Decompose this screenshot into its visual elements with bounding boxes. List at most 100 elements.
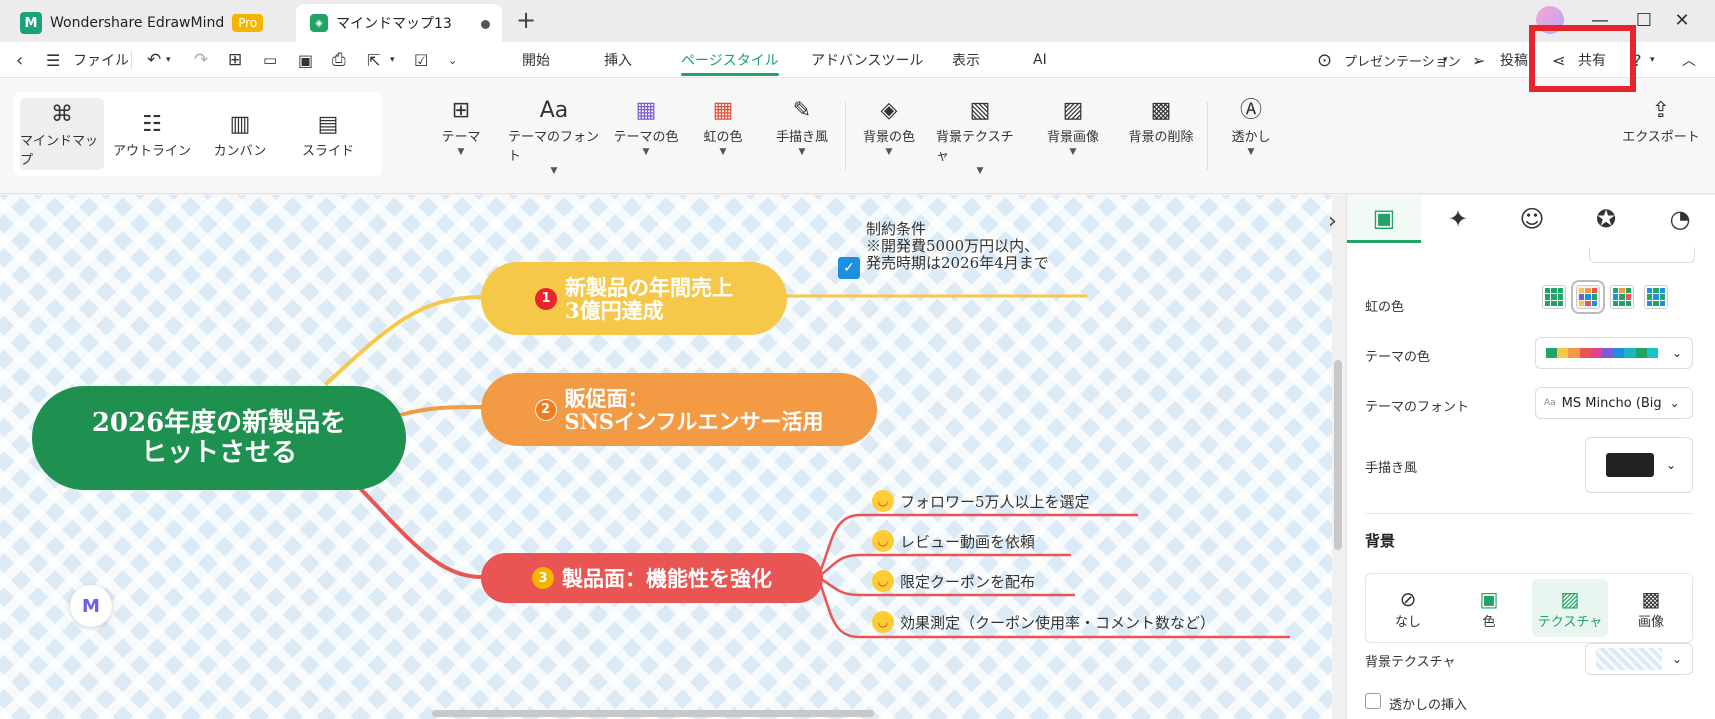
panel-tab-style[interactable]: ▣ bbox=[1347, 195, 1421, 243]
remove-background-button[interactable]: ▩ 背景の削除 bbox=[1120, 96, 1202, 176]
subtopic-item[interactable]: ◡ 限定クーポンを配布 bbox=[872, 570, 1035, 592]
rainbow-color-label: 虹の色 bbox=[1365, 300, 1405, 315]
handdrawn-button[interactable]: ✎ 手描き風 ▼ bbox=[768, 96, 836, 176]
checkbox-edit-icon[interactable]: ☑ bbox=[414, 42, 428, 78]
unsaved-dot-icon bbox=[481, 20, 490, 29]
view-slide-button[interactable]: ▤ スライド bbox=[286, 98, 370, 170]
save-icon[interactable]: ▣ bbox=[298, 42, 313, 78]
export-file-icon[interactable]: ⇱ bbox=[367, 42, 380, 78]
new-tab-button[interactable]: + bbox=[516, 6, 536, 34]
priority-1-icon: 1 bbox=[535, 287, 557, 310]
bg-option-none[interactable]: ⊘ なし bbox=[1370, 579, 1446, 637]
collapse-ribbon-icon[interactable]: ︿ bbox=[1682, 42, 1696, 78]
view-kanban-button[interactable]: ▥ カンバン bbox=[198, 98, 282, 170]
rainbow-swatch[interactable] bbox=[1571, 280, 1605, 314]
remove-image-icon: ▩ bbox=[1150, 98, 1172, 123]
bg-option-texture[interactable]: ▨ テクスチャ bbox=[1532, 579, 1608, 637]
more-icon[interactable]: ⌄ bbox=[448, 42, 457, 78]
view-mindmap-button[interactable]: ⌘ マインドマップ bbox=[20, 98, 104, 170]
back-icon[interactable]: ‹ bbox=[16, 42, 23, 78]
texture-preview bbox=[1596, 648, 1662, 670]
background-texture-label: 背景テクスチャ bbox=[936, 130, 1014, 164]
subtopic-label: フォロワー5万人以上を選定 bbox=[900, 492, 1090, 511]
tab-advanced-tools[interactable]: アドバンスツール bbox=[811, 42, 923, 78]
handdrawn-label: 手描き風 bbox=[1365, 461, 1418, 476]
handdrawn-style-preview bbox=[1606, 453, 1654, 477]
tab-start[interactable]: 開始 bbox=[522, 42, 550, 78]
subtopic-item[interactable]: ◡ 効果測定（クーポン使用率・コメント数など） bbox=[872, 611, 1215, 633]
note-callout[interactable]: 制約条件 ※開発費5000万円以内、 発売時期は2026年4月まで bbox=[866, 221, 1049, 272]
bg-option-image[interactable]: ▩ 画像 bbox=[1613, 579, 1689, 637]
theme-color-select[interactable]: ⌄ bbox=[1535, 337, 1693, 369]
chevron-down-icon: ▼ bbox=[976, 166, 984, 176]
panel-tab-emoji[interactable]: ☺ bbox=[1495, 195, 1569, 243]
background-image-button[interactable]: ▨ 背景画像 ▼ bbox=[1034, 96, 1112, 176]
undo-icon[interactable]: ↶ bbox=[147, 42, 161, 78]
vertical-scroll-thumb[interactable] bbox=[1334, 360, 1342, 550]
theme-font-button[interactable]: Aa テーマのフォント ▼ bbox=[508, 96, 600, 176]
rainbow-color-button[interactable]: ▦ 虹の色 ▼ bbox=[692, 96, 754, 176]
view-outline-button[interactable]: ☷ アウトライン bbox=[110, 98, 194, 170]
sparkle-icon: ✦ bbox=[1447, 205, 1469, 233]
background-color-label: 背景の色 bbox=[862, 130, 915, 145]
rainbow-swatch[interactable] bbox=[1610, 285, 1634, 309]
smiley-icon: ◡ bbox=[872, 570, 894, 592]
bg-texture-select[interactable]: ⌄ bbox=[1585, 643, 1693, 675]
mindmap-icon: ⌘ bbox=[51, 102, 73, 127]
document-tab[interactable]: ◈ マインドマップ13 bbox=[296, 4, 502, 42]
watermark-button[interactable]: Ⓐ 透かし ▼ bbox=[1220, 96, 1282, 176]
undo-dropdown-icon[interactable]: ▾ bbox=[166, 42, 171, 78]
root-topic[interactable]: 2026年度の新製品を ヒットさせる bbox=[32, 386, 406, 490]
rainbow-icon: ▦ bbox=[712, 98, 734, 123]
background-section-title: 背景 bbox=[1365, 532, 1396, 550]
callout-icon: ✓ bbox=[838, 257, 860, 279]
export-dropdown-icon[interactable]: ▾ bbox=[390, 42, 395, 78]
background-texture-button[interactable]: ▧ 背景テクスチャ ▼ bbox=[936, 96, 1024, 176]
print-icon[interactable]: ⎙ bbox=[332, 42, 346, 78]
tab-page-style[interactable]: ページスタイル bbox=[681, 42, 779, 78]
branch-topic-2[interactable]: 2 販促面： SNSインフルエンサー活用 bbox=[481, 373, 877, 446]
subtopic-item[interactable]: ◡ フォロワー5万人以上を選定 bbox=[872, 490, 1090, 512]
theme-font-label: テーマのフォント bbox=[1365, 400, 1470, 415]
chevron-right-icon[interactable]: › bbox=[1328, 209, 1337, 234]
bg-option-label: テクスチャ bbox=[1537, 614, 1603, 630]
subtopic-item[interactable]: ◡ レビュー動画を依頼 bbox=[872, 530, 1035, 552]
panel-tab-ai[interactable]: ✦ bbox=[1421, 195, 1495, 243]
open-folder-icon[interactable]: ▭ bbox=[263, 42, 277, 78]
help-dropdown-icon[interactable]: ▾ bbox=[1650, 42, 1655, 78]
redo-icon[interactable]: ↷ bbox=[194, 42, 208, 78]
app-tab[interactable]: M Wondershare EdrawMind Pro bbox=[6, 4, 286, 42]
presentation-dropdown-icon[interactable]: ▾ bbox=[1443, 42, 1448, 78]
theme-color-button[interactable]: ▦ テーマの色 ▼ bbox=[610, 96, 682, 176]
bg-option-color[interactable]: ▣ 色 bbox=[1451, 579, 1527, 637]
theme-font-value: MS Mincho (Big bbox=[1561, 395, 1662, 411]
rainbow-swatch[interactable] bbox=[1542, 285, 1566, 309]
panel-tab-settings[interactable]: ✪ bbox=[1569, 195, 1643, 243]
horizontal-scroll-thumb[interactable] bbox=[432, 710, 874, 717]
post-button[interactable]: 投稿 bbox=[1500, 42, 1528, 78]
tab-insert[interactable]: 挿入 bbox=[604, 42, 632, 78]
watermark-checkbox[interactable] bbox=[1365, 693, 1381, 709]
export-button[interactable]: ⇪ エクスポート bbox=[1622, 96, 1700, 176]
chevron-down-icon: ▼ bbox=[550, 166, 558, 176]
theme-button[interactable]: ⊞ テーマ ▼ bbox=[430, 96, 492, 176]
rainbow-swatch[interactable] bbox=[1644, 285, 1668, 309]
theme-font-select[interactable]: Aa MS Mincho (Big ⌄ bbox=[1535, 387, 1693, 419]
branch-topic-3[interactable]: 3 製品面：機能性を強化 bbox=[481, 553, 823, 603]
close-button[interactable]: ✕ bbox=[1670, 10, 1694, 32]
background-color-button[interactable]: ◈ 背景の色 ▼ bbox=[856, 96, 922, 176]
panel-tab-history[interactable]: ◔ bbox=[1643, 195, 1715, 243]
send-icon[interactable]: ➢ bbox=[1472, 42, 1485, 78]
tab-ai[interactable]: AI bbox=[1033, 42, 1047, 78]
presentation-icon[interactable]: ⊙ bbox=[1317, 42, 1332, 78]
hamburger-icon[interactable]: ☰ bbox=[46, 42, 60, 78]
file-menu[interactable]: ファイル bbox=[73, 42, 129, 78]
branch-topic-1[interactable]: 1 新製品の年間売上 3億円達成 bbox=[481, 262, 787, 335]
tab-view[interactable]: 表示 bbox=[952, 42, 980, 78]
ai-assistant-icon[interactable]: M bbox=[70, 585, 112, 627]
mindmap-canvas[interactable]: 2026年度の新製品を ヒットさせる 1 新製品の年間売上 3億円達成 2 販促… bbox=[0, 195, 1332, 719]
image-icon: ▨ bbox=[1062, 98, 1084, 123]
handdrawn-select[interactable]: ⌄ bbox=[1585, 437, 1693, 493]
new-file-icon[interactable]: ⊞ bbox=[228, 42, 242, 78]
branch-2-label: 販促面： SNSインフルエンサー活用 bbox=[564, 385, 824, 434]
